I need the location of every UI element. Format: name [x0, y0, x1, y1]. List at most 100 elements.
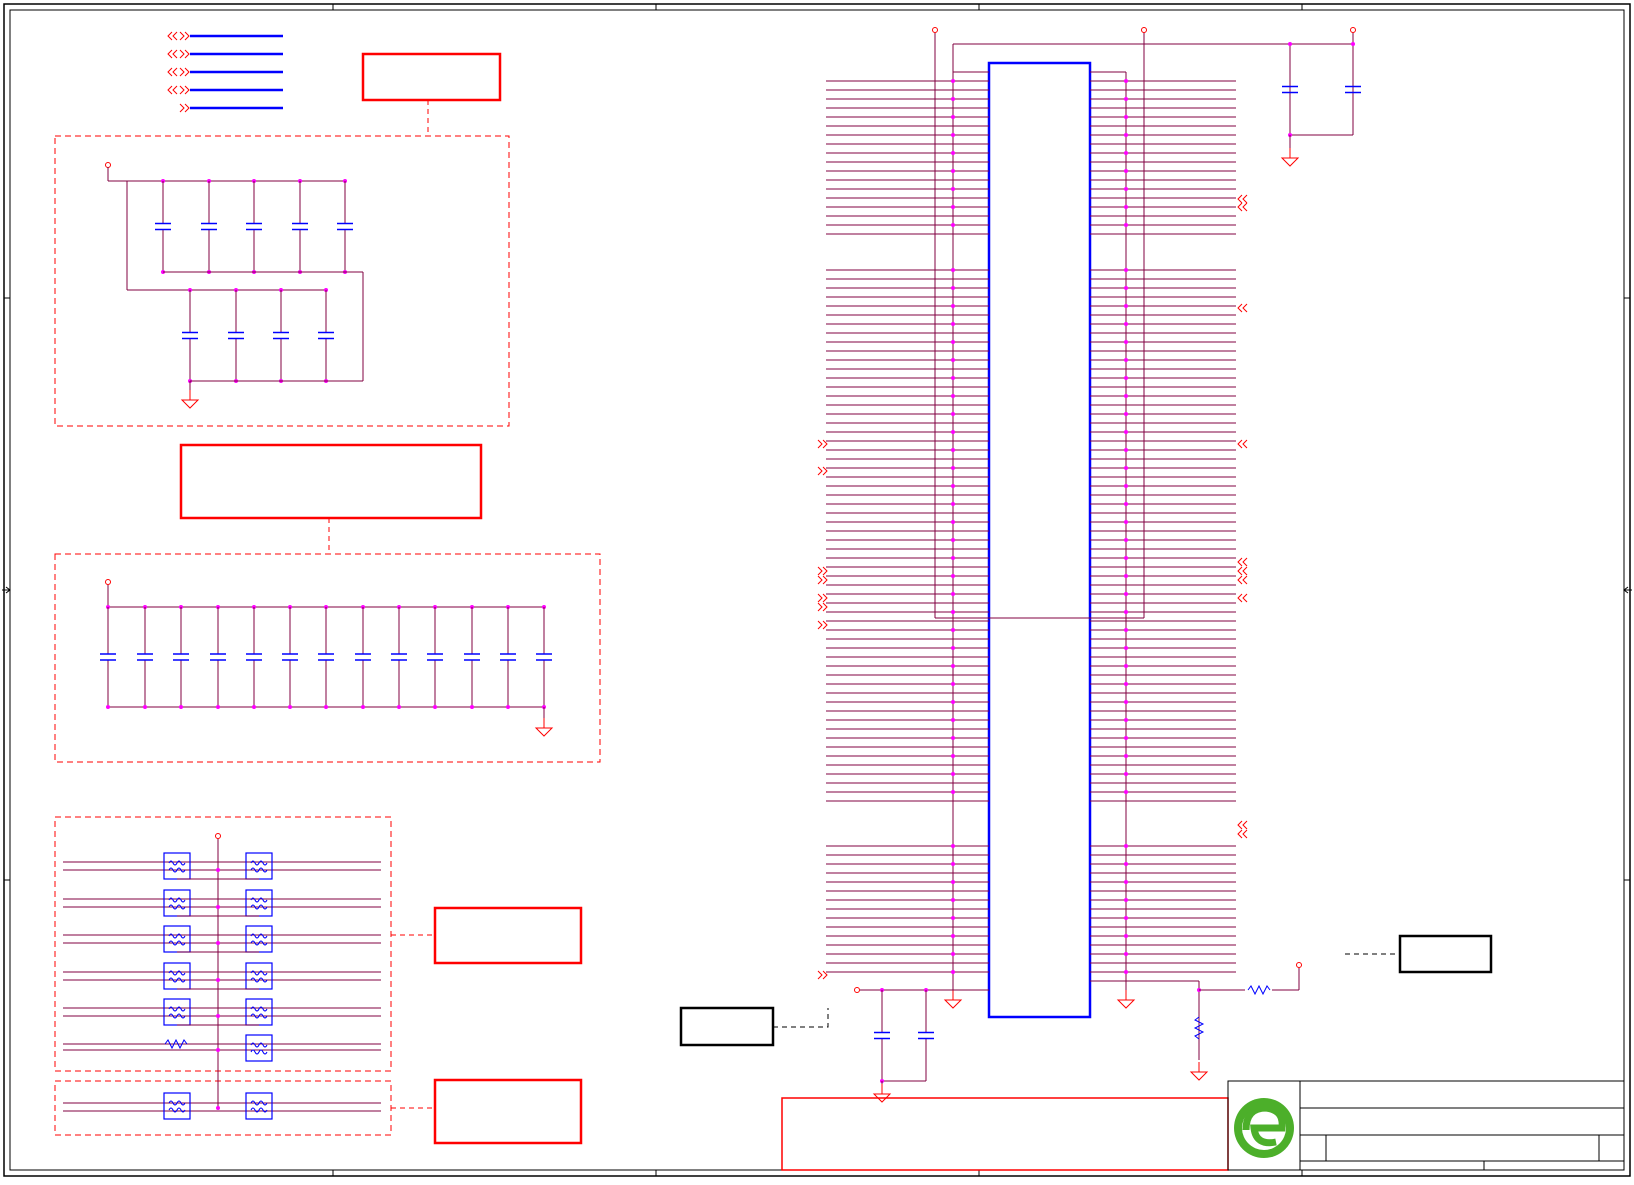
- junction-dot: [1124, 574, 1128, 578]
- junction-dot: [1124, 412, 1128, 416]
- junction-dot: [216, 978, 220, 982]
- junction-dot: [216, 1106, 220, 1110]
- esd-diode-icon: [245, 889, 273, 917]
- junction-dot: [216, 941, 220, 945]
- junction-dot: [951, 718, 955, 722]
- junction-dot: [951, 79, 955, 83]
- junction-dot: [1124, 754, 1128, 758]
- junction-dot: [1124, 592, 1128, 596]
- junction-dot: [1351, 42, 1355, 46]
- junction-dot: [1288, 42, 1292, 46]
- junction-dot: [1124, 772, 1128, 776]
- junction-dot: [1124, 376, 1128, 380]
- note-box-bottom: [781, 1097, 1229, 1171]
- junction-dot: [1124, 844, 1128, 848]
- junction-dot: [1124, 268, 1128, 272]
- junction-dot: [951, 376, 955, 380]
- note-box-decoupling-2: [179, 443, 483, 520]
- port-arrow-icon: [167, 31, 178, 41]
- junction-dot: [951, 736, 955, 740]
- junction-dot: [951, 448, 955, 452]
- junction-dot: [951, 700, 955, 704]
- right-edge-arrow-icon: [1623, 586, 1632, 594]
- junction-dot: [433, 705, 437, 709]
- junction-dot: [951, 520, 955, 524]
- connector-body: [987, 61, 1092, 1019]
- junction-dot: [252, 705, 256, 709]
- junction-dot: [179, 705, 183, 709]
- top-left-ports: [190, 34, 283, 110]
- junction-dot: [216, 1014, 220, 1018]
- junction-dot: [951, 268, 955, 272]
- junction-dot: [951, 646, 955, 650]
- port-arrow-icon: [1237, 439, 1248, 449]
- junction-dot: [951, 115, 955, 119]
- esd-symbol-icon: [250, 1042, 268, 1055]
- port-arrow-icon: [817, 566, 828, 576]
- junction-dot: [506, 705, 510, 709]
- port-arrow-icon: [1237, 566, 1248, 576]
- port-arrow-icon: [179, 103, 190, 113]
- port-arrow-icon: [1237, 820, 1248, 830]
- junction-dot: [951, 466, 955, 470]
- junction-dot: [951, 898, 955, 902]
- junction-dot: [1124, 862, 1128, 866]
- junction-dot: [216, 1048, 220, 1052]
- junction-dot: [1124, 169, 1128, 173]
- junction-dot: [951, 322, 955, 326]
- port-arrow-icon: [817, 620, 828, 630]
- port-arrow-icon: [167, 85, 178, 95]
- junction-dot: [288, 705, 292, 709]
- port-arrow-icon: [817, 439, 828, 449]
- junction-dot: [951, 205, 955, 209]
- junction-dot: [1124, 952, 1128, 956]
- junction-dot: [951, 862, 955, 866]
- ground-icon: [180, 399, 200, 409]
- junction-dot: [1124, 151, 1128, 155]
- power-port-icon: [1296, 962, 1302, 968]
- junction-dot: [951, 538, 955, 542]
- port-arrow-icon: [817, 593, 828, 603]
- port-arrow-icon: [1237, 829, 1248, 839]
- junction-dot: [951, 394, 955, 398]
- junction-dot: [397, 705, 401, 709]
- junction-dot: [1124, 916, 1128, 920]
- junction-dot: [1124, 448, 1128, 452]
- junction-dot: [1124, 790, 1128, 794]
- junction-dot: [361, 705, 365, 709]
- junction-dot: [1124, 718, 1128, 722]
- junction-dot: [951, 790, 955, 794]
- esd-diode-icon: [245, 925, 273, 953]
- junction-dot: [951, 151, 955, 155]
- port-arrow-icon: [1237, 194, 1248, 204]
- junction-dot: [951, 169, 955, 173]
- port-arrow-icon: [1237, 575, 1248, 585]
- junction-dot: [1124, 556, 1128, 560]
- junction-dot: [1124, 466, 1128, 470]
- junction-dot: [951, 772, 955, 776]
- power-port-icon: [105, 579, 111, 585]
- junction-dot: [951, 97, 955, 101]
- group-frame-esd-2: [54, 1080, 392, 1136]
- junction-dot: [1124, 664, 1128, 668]
- port-arrow-icon: [1237, 202, 1248, 212]
- junction-dot: [106, 705, 110, 709]
- junction-dot: [1124, 700, 1128, 704]
- note-box-esd-2: [433, 1078, 583, 1145]
- junction-dot: [951, 754, 955, 758]
- port-arrow-icon: [1237, 303, 1248, 313]
- esd-diode-icon: [163, 925, 191, 953]
- ground-icon: [534, 727, 554, 737]
- junction-dot: [1124, 934, 1128, 938]
- power-port-icon: [854, 987, 860, 993]
- junction-dot: [951, 844, 955, 848]
- junction-dot: [1124, 484, 1128, 488]
- junction-dot: [1124, 133, 1128, 137]
- junction-dot: [951, 934, 955, 938]
- note-box-right: [1398, 934, 1493, 974]
- junction-dot: [324, 705, 328, 709]
- port-arrow-icon: [179, 49, 190, 59]
- port-arrow-icon: [817, 970, 828, 980]
- esd-diode-icon: [245, 852, 273, 880]
- junction-dot: [951, 187, 955, 191]
